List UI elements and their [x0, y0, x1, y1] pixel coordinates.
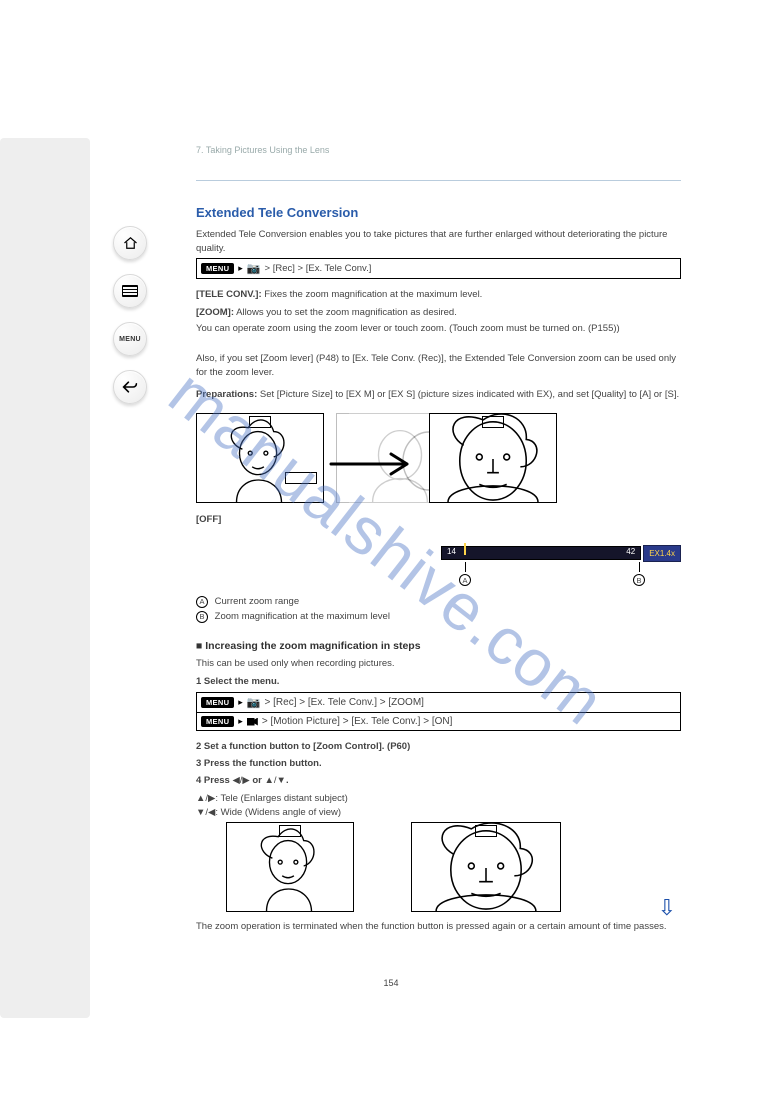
fl-min: 14	[444, 546, 459, 557]
sidebar-background	[0, 138, 90, 1018]
step1: 1 Select the menu.	[196, 676, 279, 687]
fl-ex-badge: EX1.4x	[643, 545, 681, 562]
header-rule	[196, 180, 681, 181]
chapter-header: 7. Taking Pictures Using the Lens	[196, 145, 681, 155]
menu-path-box: MENU ▸ 📷 > [Rec] > [Ex. Tele Conv.]	[196, 258, 681, 279]
dir-wide: Wide (Widens angle of view)	[221, 807, 341, 818]
option-teleconv-body: Fixes the zoom magnification at the maxi…	[264, 289, 482, 300]
callout-a-letter: A	[459, 574, 471, 586]
fl-max: 42	[623, 546, 638, 557]
off-label: [OFF]	[196, 514, 221, 525]
illustration-wide-2	[226, 822, 354, 912]
menu-badge: MENU	[201, 697, 234, 708]
step2: 2 Set a function button to [Zoom Control…	[196, 741, 410, 752]
section2-note: This can be used only when recording pic…	[196, 657, 681, 671]
step3: 3 Press the function button.	[196, 758, 322, 769]
section2-heading: ■ Increasing the zoom magnification in s…	[196, 640, 421, 652]
dir-tele: Tele (Enlarges distant subject)	[220, 793, 347, 804]
camera-icon: 📷	[247, 696, 261, 709]
menu-box-group: MENU ▸ 📷 > [Rec] > [Ex. Tele Conv.] > [Z…	[196, 692, 681, 731]
preparations-body: Set [Picture Size] to [EX M] or [EX S] (…	[260, 389, 679, 400]
arrow-icon: ▸	[238, 716, 243, 727]
option-zoom-body2: You can operate zoom using the zoom leve…	[196, 323, 620, 334]
video-icon	[247, 718, 258, 726]
end-note: The zoom operation is terminated when th…	[196, 920, 681, 934]
callout-a-ref: A	[196, 596, 208, 608]
menu-path-video: > [Motion Picture] > [Ex. Tele Conv.] > …	[262, 716, 453, 727]
menu-path-rec: > [Rec] > [Ex. Tele Conv.] > [ZOOM]	[265, 697, 424, 708]
page-content: 7. Taking Pictures Using the Lens Extend…	[91, 0, 691, 1094]
menu-path-text: > [Rec] > [Ex. Tele Conv.]	[265, 263, 372, 274]
intro-text: Extended Tele Conversion enables you to …	[196, 228, 681, 256]
menu-badge: MENU	[201, 263, 234, 274]
illustration-tele	[429, 413, 557, 503]
step4: 4 Press	[196, 775, 232, 786]
page-number: 154	[383, 978, 398, 988]
option-zoom-label: [ZOOM]:	[196, 307, 234, 318]
menu-badge: MENU	[201, 716, 234, 727]
arrow-icon: ▸	[238, 263, 243, 274]
illustration-wide	[196, 413, 324, 503]
callout-b-text: Zoom magnification at the maximum level	[215, 611, 390, 622]
callout-b-ref: B	[196, 611, 208, 623]
arrow-right-icon	[329, 450, 429, 478]
arrow-icon: ▸	[238, 697, 243, 708]
illustration-tele-2	[411, 822, 561, 912]
callout-b-letter: B	[633, 574, 645, 586]
option-zoom-body3: Also, if you set [Zoom lever] (P48) to […	[196, 353, 676, 378]
callout-tick-a	[465, 562, 466, 572]
continue-arrow-icon: ⇩	[658, 895, 676, 921]
section-title: Extended Tele Conversion	[196, 205, 358, 220]
preparations-label: Preparations:	[196, 389, 257, 400]
option-zoom-body1: Allows you to set the zoom magnification…	[236, 307, 457, 318]
callout-a-text: Current zoom range	[215, 596, 299, 607]
option-teleconv-label: [TELE CONV.]:	[196, 289, 262, 300]
focal-length-bar: 14 42 EX1.4x	[441, 543, 681, 563]
callout-tick-b	[639, 562, 640, 572]
camera-icon: 📷	[247, 262, 261, 275]
